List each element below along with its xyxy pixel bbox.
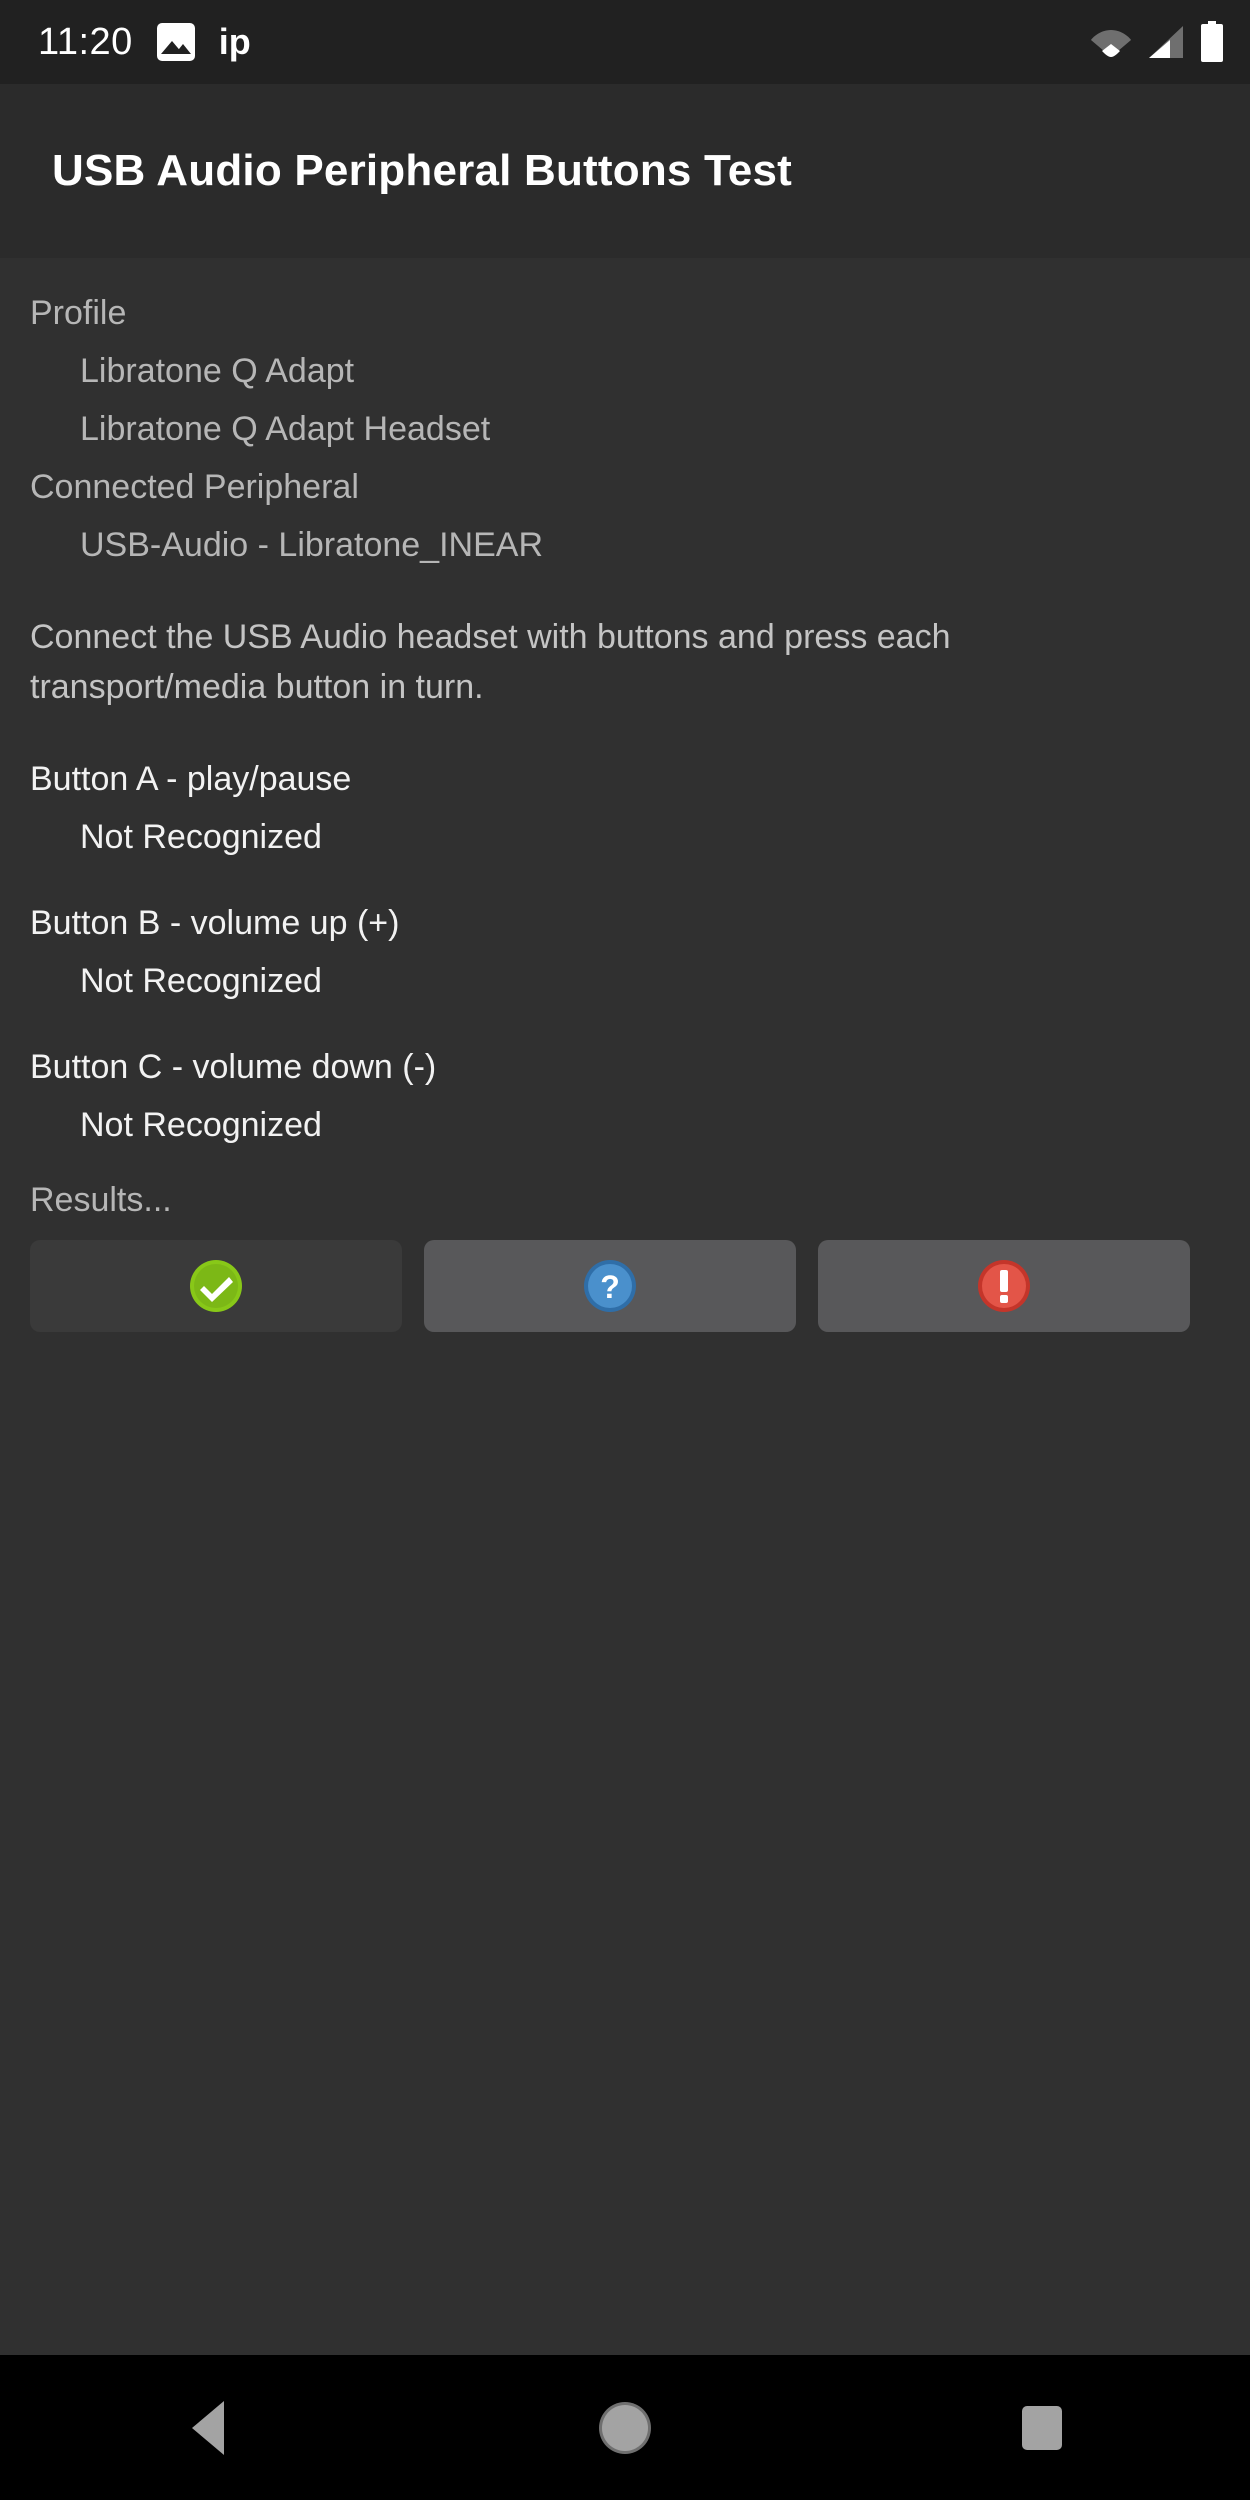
status-bar: 11:20 ip [0,0,1250,84]
check-circle-icon [187,1257,245,1315]
battery-icon [1200,21,1224,63]
back-triangle-icon [192,2400,225,2455]
button-c-status: Not Recognized [80,1106,322,1144]
profile-item-0: Libratone Q Adapt [80,352,355,390]
results-label: Results... [30,1181,172,1219]
ip-notification-label: ip [218,21,251,62]
button-b-status: Not Recognized [80,962,322,1000]
recents-square-icon [1021,2405,1062,2450]
button-a-label: Button A - play/pause [30,760,352,798]
status-clock: 11:20 [38,20,133,63]
cellular-signal-icon [1146,25,1186,59]
wifi-icon [1090,26,1132,58]
connected-peripheral-value: USB-Audio - Libratone_INEAR [80,526,544,564]
profile-item-1: Libratone Q Adapt Headset [80,410,491,448]
question-circle-icon: ? [581,1257,639,1315]
action-bar: USB Audio Peripheral Buttons Test [0,84,1250,258]
instructions-text: Connect the USB Audio headset with butto… [30,618,951,706]
button-c-label: Button C - volume down (-) [30,1048,437,1086]
profile-heading: Profile [30,294,127,332]
fail-button[interactable] [818,1240,1190,1332]
main-content: Profile Libratone Q Adapt Libratone Q Ad… [0,258,1250,2355]
status-bar-right [1090,21,1224,63]
nav-home-button[interactable] [535,2355,715,2500]
connected-peripheral-heading: Connected Peripheral [30,468,359,506]
svg-text:?: ? [600,1269,620,1305]
page-title: USB Audio Peripheral Buttons Test [52,145,792,195]
pass-button[interactable] [30,1240,402,1332]
nav-recents-button[interactable] [952,2355,1132,2500]
phone-screen: 11:20 ip USB Audio Peripheral Buttons Te… [0,0,1250,2500]
info-button[interactable]: ? [424,1240,796,1332]
status-bar-left: 11:20 ip [38,21,251,64]
results-button-row: ? [30,1240,1220,1332]
button-a-status: Not Recognized [80,818,322,856]
navigation-bar [0,2355,1250,2500]
exclamation-circle-icon [975,1257,1033,1315]
photo-icon [156,23,195,61]
button-b-label: Button B - volume up (+) [30,904,400,942]
home-circle-icon [601,2404,648,2451]
nav-back-button[interactable] [118,2355,298,2500]
